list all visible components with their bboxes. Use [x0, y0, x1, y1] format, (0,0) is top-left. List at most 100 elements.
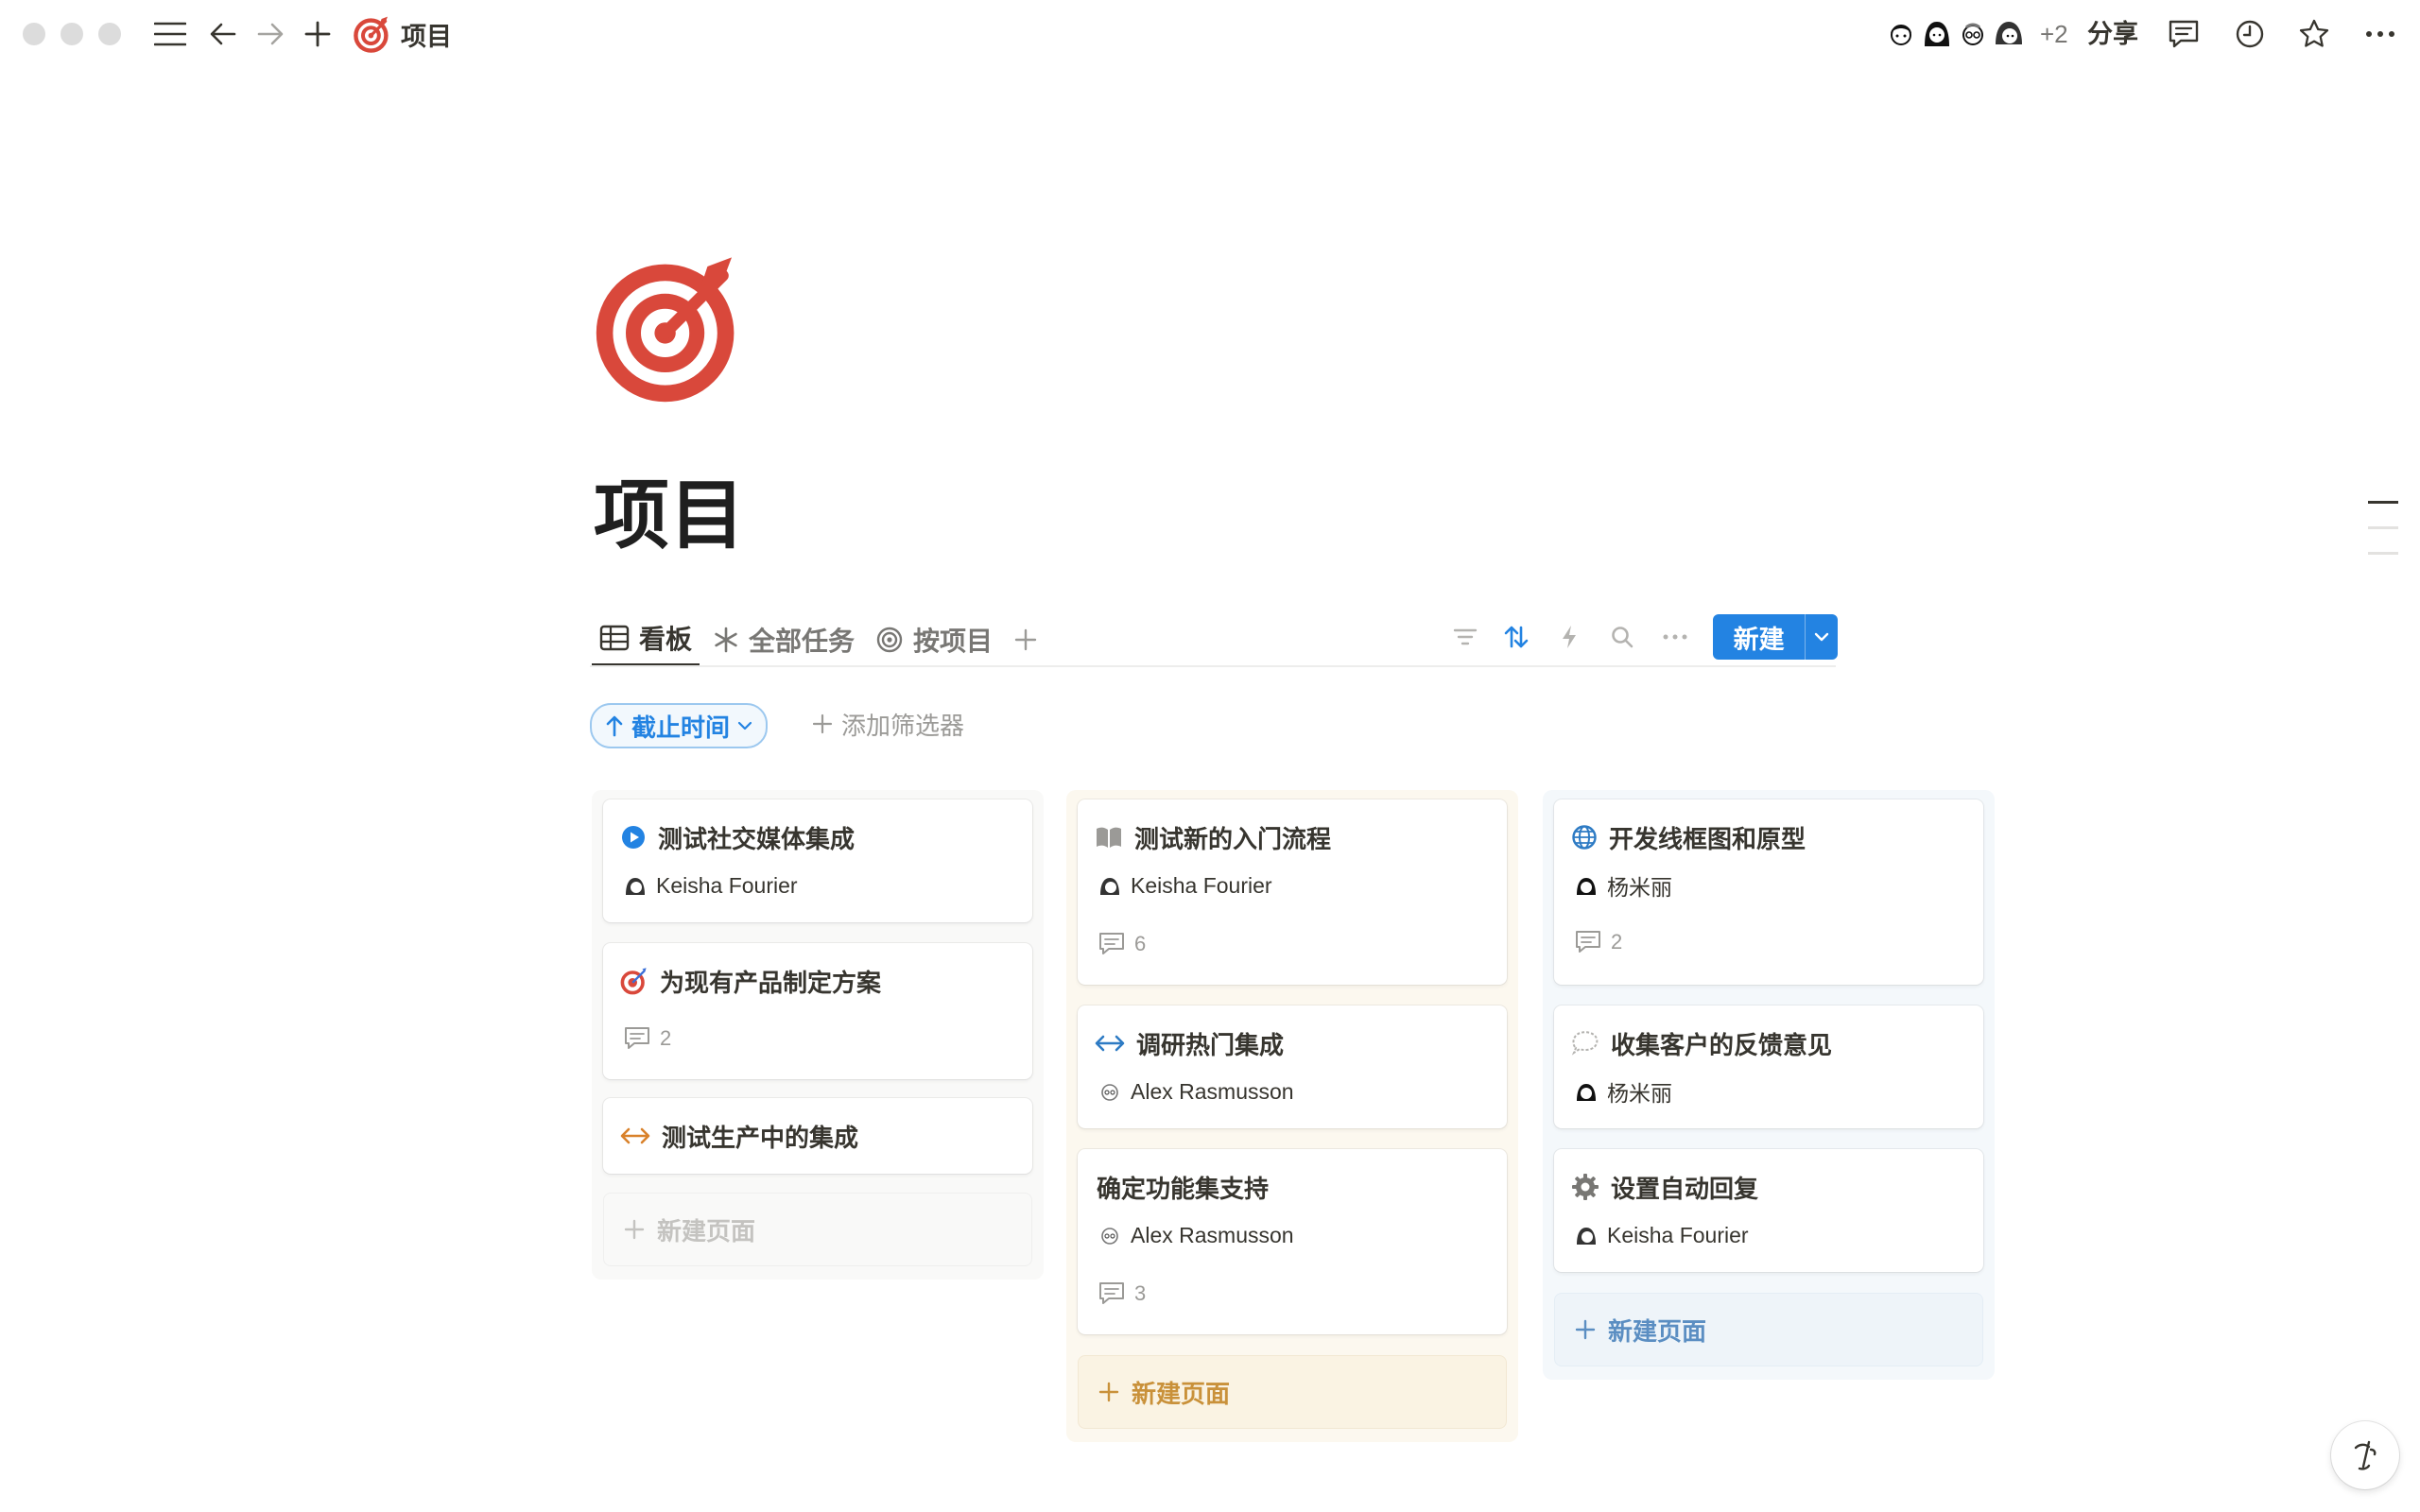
breadcrumb-title: 项目	[401, 22, 452, 51]
new-page-label: 新建页面	[1132, 1379, 1231, 1408]
assignee-name: Alex Rasmusson	[1131, 1078, 1294, 1104]
new-dropdown-button[interactable]	[1805, 614, 1838, 660]
search-button[interactable]	[1603, 618, 1641, 656]
add-filter-label: 添加筛选器	[841, 711, 965, 740]
person-avatar-icon	[1925, 22, 1949, 46]
board-card[interactable]: 开发线框图和原型 杨米丽 2	[1554, 799, 1983, 985]
new-page-label: 新建页面	[657, 1216, 756, 1246]
person-avatar-icon	[1962, 23, 1983, 45]
board-card[interactable]: 测试社交媒体集成 Keisha Fourier	[603, 799, 1032, 922]
share-button[interactable]: 分享	[2087, 15, 2138, 53]
plus-icon	[1575, 1319, 1596, 1340]
assignee-name: Alex Rasmusson	[1131, 1222, 1294, 1247]
view-options-button[interactable]	[1656, 618, 1694, 656]
add-filter-button[interactable]: 添加筛选器	[811, 703, 964, 745]
favorite-button[interactable]	[2297, 17, 2331, 51]
comment-icon	[1576, 931, 1600, 953]
person-avatar-icon	[1101, 1228, 1118, 1245]
book-icon	[1097, 827, 1121, 848]
card-assignee: Alex Rasmusson	[1098, 1221, 1294, 1249]
collaborator-avatars[interactable]: +2	[1879, 12, 2068, 56]
comment-count: 6	[1134, 932, 1147, 955]
more-options-button[interactable]	[2363, 17, 2397, 51]
comment-count: 3	[1134, 1281, 1147, 1305]
board-card[interactable]: 确定功能集支持 Alex Rasmusson 3	[1078, 1149, 1507, 1334]
new-page-button[interactable]: 新建页面	[603, 1193, 1032, 1266]
sort-button[interactable]	[1497, 618, 1535, 656]
board-card[interactable]: 设置自动回复 Keisha Fourier	[1554, 1149, 1983, 1272]
person-avatar-icon	[1101, 1084, 1118, 1101]
new-button[interactable]: 新建	[1713, 614, 1838, 660]
comment-icon	[625, 1027, 649, 1049]
card-title: 调研热门集成	[1095, 1024, 1284, 1062]
tab-by-project[interactable]: 按项目	[868, 612, 1000, 667]
board-card[interactable]: 测试生产中的集成	[603, 1098, 1032, 1174]
page-title[interactable]: 项目	[594, 469, 745, 563]
automation-button[interactable]	[1550, 618, 1588, 656]
filter-button[interactable]	[1446, 618, 1484, 656]
card-comments: 3	[1098, 1280, 1146, 1308]
page-icon[interactable]	[596, 251, 747, 403]
avatar[interactable]	[1987, 12, 2031, 56]
toc-line[interactable]	[2368, 526, 2398, 529]
card-assignee: Keisha Fourier	[1575, 1221, 1749, 1249]
card-title-text: 确定功能集支持	[1097, 1174, 1270, 1203]
toc-line[interactable]	[2368, 501, 2398, 504]
new-page-button[interactable]: 新建页面	[1554, 1293, 1983, 1366]
sort-arrows-icon	[1504, 626, 1529, 648]
board-column: 开发线框图和原型 杨米丽 2 收集客户的反馈意见 杨米丽 设置自动回复 Keis…	[1543, 790, 1995, 1380]
tab-board[interactable]: 看板	[592, 612, 700, 667]
chevron-down-icon	[737, 721, 752, 730]
help-button[interactable]	[2331, 1421, 2399, 1489]
menu-icon	[154, 22, 186, 46]
filter-lines-icon	[1453, 628, 1478, 645]
assignee-name: 杨米丽	[1607, 1081, 1672, 1106]
clock-icon	[2236, 20, 2264, 48]
arrow-right-icon	[257, 23, 284, 45]
sidebar-toggle-button[interactable]	[153, 17, 187, 51]
window-zoom-button[interactable]	[98, 23, 121, 45]
speech-bubble-icon	[1571, 1031, 1599, 1056]
person-avatar-icon	[1577, 1084, 1596, 1101]
table-of-contents[interactable]	[2368, 501, 2398, 577]
new-page-button[interactable]: 新建页面	[1078, 1355, 1507, 1429]
board-card[interactable]: 收集客户的反馈意见 杨米丽	[1554, 1005, 1983, 1128]
board-card[interactable]: 调研热门集成 Alex Rasmusson	[1078, 1005, 1507, 1128]
card-title-text: 测试生产中的集成	[662, 1123, 859, 1152]
comments-button[interactable]	[2167, 17, 2201, 51]
updates-history-button[interactable]	[2233, 17, 2267, 51]
card-title: 测试新的入门流程	[1095, 818, 1331, 856]
tab-label: 按项目	[913, 627, 994, 656]
window-minimize-button[interactable]	[60, 23, 83, 45]
arrows-horizontal-icon	[620, 1127, 650, 1144]
window-close-button[interactable]	[23, 23, 45, 45]
new-page-button[interactable]	[301, 17, 335, 51]
ellipsis-icon	[1663, 634, 1687, 640]
view-tabs: 看板 全部任务 按项目	[592, 612, 1051, 667]
comment-icon	[1099, 933, 1124, 954]
board-card[interactable]: 为现有产品制定方案 2	[603, 943, 1032, 1079]
toc-line[interactable]	[2368, 552, 2398, 555]
assignee-name: Keisha Fourier	[656, 872, 798, 898]
assignee-name: Keisha Fourier	[1131, 872, 1272, 898]
card-comments: 6	[1098, 930, 1146, 958]
card-comments: 2	[624, 1024, 671, 1053]
more-collaborators-count[interactable]: +2	[2040, 20, 2068, 49]
card-assignee: Keisha Fourier	[1098, 871, 1272, 900]
card-title-text: 测试新的入门流程	[1134, 824, 1332, 853]
card-title: 收集客户的反馈意见	[1571, 1024, 1832, 1062]
card-title: 设置自动回复	[1571, 1168, 1758, 1206]
sort-deadline-pill[interactable]: 截止时间	[590, 703, 769, 748]
card-title: 为现有产品制定方案	[620, 962, 881, 1000]
board-card[interactable]: 测试新的入门流程 Keisha Fourier 6	[1078, 799, 1507, 985]
add-view-button[interactable]	[1006, 612, 1046, 667]
globe-icon	[1572, 825, 1597, 850]
target-icon	[596, 257, 735, 403]
forward-button[interactable]	[253, 17, 287, 51]
back-button[interactable]	[206, 17, 240, 51]
breadcrumb[interactable]: 项目	[354, 15, 452, 53]
tab-label: 全部任务	[749, 627, 856, 656]
new-button-label[interactable]: 新建	[1713, 614, 1805, 660]
person-avatar-icon	[1996, 22, 2022, 44]
tab-all-tasks[interactable]: 全部任务	[705, 612, 862, 667]
